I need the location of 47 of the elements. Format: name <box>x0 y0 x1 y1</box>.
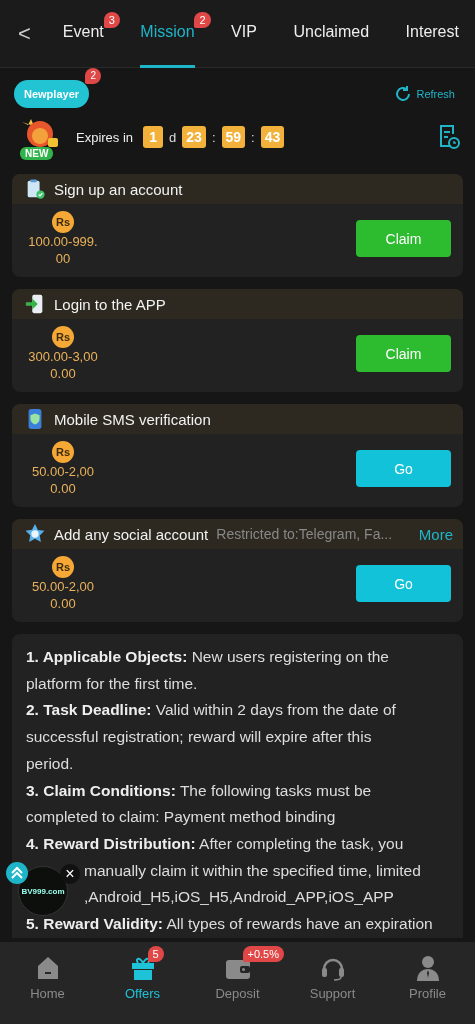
history-icon[interactable] <box>437 124 461 150</box>
coin-icon: Rs <box>52 210 74 233</box>
more-link[interactable]: More <box>418 525 453 543</box>
reward-amount: 50.00-2,00 0.00 <box>31 577 95 612</box>
count-badge: +0.5% <box>242 946 284 962</box>
minutes-digit: 59 <box>221 126 246 148</box>
rule-text-line: manually claim it within the specified time, limited <box>84 860 421 881</box>
count-badge: 2 <box>85 68 102 84</box>
rule-text: 4. Reward Distribution: After completing the task, you <box>26 833 405 854</box>
seconds-digit: 43 <box>260 126 285 148</box>
time-separator: : <box>251 129 255 145</box>
hours-digit: 23 <box>182 126 206 148</box>
days-digit: 1 <box>143 126 164 148</box>
nav-item[interactable]: Home <box>12 954 83 1024</box>
count-badge: 3 <box>103 11 120 28</box>
task-title: Add any social account <box>54 525 209 543</box>
days-unit: d <box>169 129 177 145</box>
refresh-button[interactable]: Refresh <box>387 83 461 105</box>
coin-icon: Rs <box>52 440 74 463</box>
coin-icon: Rs <box>52 325 74 348</box>
nav-item[interactable]: Profile <box>392 954 463 1024</box>
tab[interactable]: Event <box>62 0 104 68</box>
reward-amount: 100.00-999. 00 <box>28 232 98 267</box>
rule-text: 2. Task Deadline: Valid within 2 days from the date of successful registration; reward will expire after this period. <box>26 700 397 774</box>
tab[interactable]: Unclaimed <box>293 0 370 68</box>
count-badge: 2 <box>194 11 211 28</box>
task-note: Restricted to:Telegram, Fa... <box>216 526 393 542</box>
rule-text: 1. Applicable Objects: New users registering on the platform for the first time. <box>26 647 390 694</box>
rule-text-line: ,Android_H5,iOS_H5,Android_APP,iOS_APP <box>84 887 394 908</box>
task-title: Mobile SMS verification <box>54 410 211 428</box>
rule-text: 5. Reward Validity: All types of rewards have an expiration <box>26 914 433 935</box>
nav-item[interactable]: Support <box>297 954 368 1024</box>
tab[interactable]: VIP <box>231 0 257 68</box>
tab[interactable]: Interest <box>405 0 459 68</box>
chevron-up-icon[interactable] <box>6 862 28 884</box>
reward-amount: 50.00-2,00 0.00 <box>31 462 95 497</box>
star-bubble-icon <box>24 523 46 545</box>
time-separator: : <box>211 129 216 145</box>
expiry-label: Expires in <box>76 129 134 145</box>
reward-amount: 300.00-3,00 0.00 <box>28 347 98 382</box>
task-title: Sign up an account <box>54 180 183 198</box>
back-button[interactable]: < <box>12 20 37 47</box>
new-tag: NEW <box>20 147 54 160</box>
task-title: Login to the APP <box>54 295 166 313</box>
coin-icon: Rs <box>52 555 74 578</box>
count-badge: 5 <box>147 946 164 962</box>
rule-text: 3. Claim Conditions: The following tasks must be completed to claim: Payment method binding <box>26 780 373 828</box>
